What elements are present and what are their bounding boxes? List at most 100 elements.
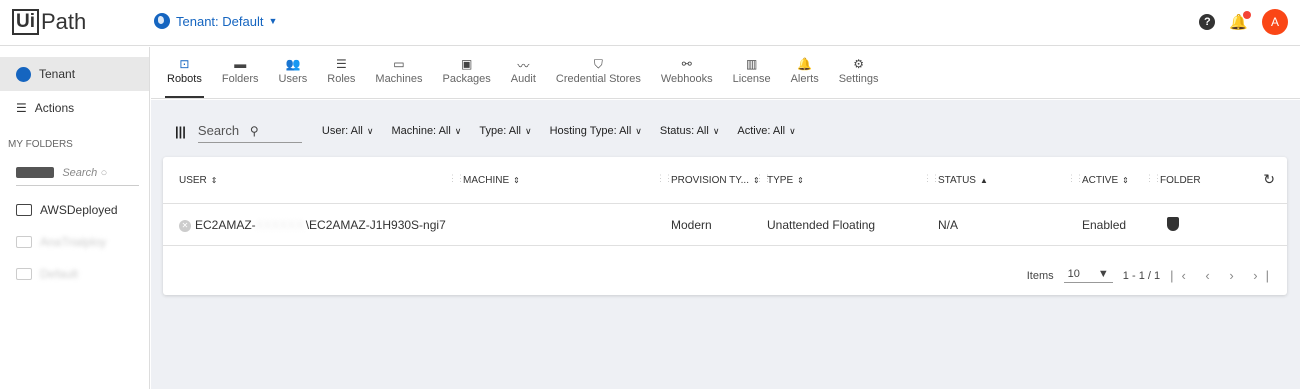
redacted-text: XXXXXX xyxy=(255,218,304,232)
column-label: TYPE xyxy=(767,175,794,186)
tab-machines[interactable]: ▭ Machines xyxy=(365,47,432,98)
filter-label: Type: All xyxy=(479,125,521,137)
column-resize-handle[interactable]: ⋮⋮ xyxy=(1145,173,1162,184)
robots-table: USER ⇕ ⋮⋮ MACHINE ⇕ ⋮⋮ PROVISION TY... ⇕ ⋮⋮… xyxy=(163,157,1287,295)
notifications-icon[interactable]: 🔔 xyxy=(1229,11,1251,31)
page-size-select[interactable]: 10 ▼ xyxy=(1063,268,1113,283)
filter-machine[interactable]: Machine: All ∨ xyxy=(391,125,461,137)
page-size-value: 10 xyxy=(1067,268,1080,280)
user-suffix: \EC2AMAZ-J1H930S-ngi7 xyxy=(305,218,446,232)
folder-icon xyxy=(16,236,32,248)
main-content: ||| Search ⚲ User: All ∨ Machine: All ∨ Ty… xyxy=(151,100,1300,389)
tab-roles[interactable]: ☰ Roles xyxy=(317,47,365,98)
users-icon: 👥 xyxy=(285,57,301,71)
tab-label: Folders xyxy=(221,73,259,85)
sidebar-item-tenant[interactable]: Tenant xyxy=(0,57,149,91)
robot-search-input[interactable]: Search ⚲ xyxy=(197,119,302,143)
column-label: STATUS xyxy=(938,175,976,186)
chevron-down-icon: ∨ xyxy=(454,126,462,136)
globe-icon xyxy=(154,13,170,29)
filter-active[interactable]: Active: All ∨ xyxy=(737,125,795,137)
caret-down-icon: ▼ xyxy=(268,16,278,26)
my-folders-header: MY FOLDERS xyxy=(8,139,73,150)
filter-hosting-type[interactable]: Hosting Type: All ∨ xyxy=(550,125,642,137)
logo-box: Ui xyxy=(12,9,39,35)
tab-credential-stores[interactable]: ⛉ Credential Stores xyxy=(546,47,651,98)
filter-label: Status: All xyxy=(659,125,709,137)
cell-folder[interactable] xyxy=(1167,217,1179,234)
logo-text: Path xyxy=(41,9,87,34)
folder-item-redacted[interactable]: AnaTrialploy xyxy=(0,226,149,258)
tab-webhooks[interactable]: ⚯ Webhooks xyxy=(651,47,723,98)
shield-icon xyxy=(1167,217,1179,231)
columns-icon[interactable]: ||| xyxy=(175,124,186,139)
filter-label: Hosting Type: All xyxy=(549,125,632,137)
tab-label: License xyxy=(732,73,771,85)
tab-users[interactable]: 👥 Users xyxy=(269,47,318,98)
sidebar-item-label: Tenant xyxy=(39,67,76,81)
folder-label: AnaTrialploy xyxy=(40,235,107,249)
column-resize-handle[interactable]: ⋮⋮ xyxy=(923,173,940,184)
tab-robots[interactable]: ⊡ Robots xyxy=(157,47,212,98)
tab-label: Credential Stores xyxy=(555,73,641,85)
bell-icon: 🔔 xyxy=(797,57,813,71)
table-row[interactable]: ✕ EC2AMAZ-XXXXXX \EC2AMAZ-J1H930S-ngi7 Mod… xyxy=(163,204,1287,246)
tab-label: Settings xyxy=(838,73,879,85)
tab-license[interactable]: ▥ License xyxy=(723,47,781,98)
column-header-machine[interactable]: MACHINE ⇕ xyxy=(463,175,520,186)
help-icon[interactable]: ? xyxy=(1199,14,1216,30)
column-header-status[interactable]: STATUS ▲ xyxy=(938,175,988,186)
package-icon: ▣ xyxy=(460,57,473,71)
tenant-selector[interactable]: Tenant: Default ▼ xyxy=(154,13,277,29)
filter-status[interactable]: Status: All ∨ xyxy=(660,125,720,137)
tab-alerts[interactable]: 🔔 Alerts xyxy=(781,47,829,98)
folder-label: AWSDeployed xyxy=(40,203,118,217)
shield-icon: ⛉ xyxy=(593,57,603,71)
filter-type[interactable]: Type: All ∨ xyxy=(479,125,531,137)
avatar[interactable]: A xyxy=(1262,9,1288,35)
cell-active: Enabled xyxy=(1082,218,1127,232)
tab-label: Packages xyxy=(442,73,491,85)
refresh-icon[interactable]: ↻ xyxy=(1263,171,1275,188)
search-icon: ⚲ xyxy=(249,123,259,138)
folder-item-default[interactable]: Default xyxy=(0,258,149,290)
folder-item-awsdeployed[interactable]: AWSDeployed xyxy=(0,194,149,226)
column-header-active[interactable]: ACTIVE ⇕ xyxy=(1082,175,1129,186)
column-resize-handle[interactable]: ⋮⋮ xyxy=(1067,173,1084,184)
folder-label: Default xyxy=(40,267,79,281)
page-range: 1 - 1 / 1 xyxy=(1122,269,1161,282)
filter-label: Active: All xyxy=(737,125,786,137)
chevron-down-icon: ∨ xyxy=(635,126,642,136)
uipath-logo[interactable]: Ui Path xyxy=(12,9,86,35)
tab-folders[interactable]: ▬ Folders xyxy=(212,47,269,98)
tab-label: Webhooks xyxy=(660,73,713,85)
cell-user: ✕ EC2AMAZ-XXXXXX \EC2AMAZ-J1H930S-ngi7 xyxy=(179,218,446,232)
column-resize-handle[interactable]: ⋮⋮ xyxy=(656,173,673,184)
pager-controls[interactable]: |‹ ‹ › ›| xyxy=(1170,268,1277,283)
table-header: USER ⇕ ⋮⋮ MACHINE ⇕ ⋮⋮ PROVISION TY... ⇕ ⋮⋮… xyxy=(163,157,1287,204)
machine-icon: ▭ xyxy=(393,57,405,71)
column-header-provision-type[interactable]: PROVISION TY... ⇕ xyxy=(671,175,760,186)
filter-user[interactable]: User: All ∨ xyxy=(322,125,374,137)
folder-search-input[interactable]: Search ○ xyxy=(16,160,139,186)
column-label: ACTIVE xyxy=(1082,175,1119,186)
actions-icon: ☰ xyxy=(16,101,27,115)
audit-icon: 〰 xyxy=(517,59,530,73)
tab-audit[interactable]: 〰 Audit xyxy=(501,47,546,98)
column-header-folder: FOLDER xyxy=(1160,175,1201,186)
sidebar-item-actions[interactable]: ☰ Actions xyxy=(0,91,149,125)
column-header-user[interactable]: USER ⇕ xyxy=(179,175,218,186)
sort-icon: ⇕ xyxy=(797,176,804,185)
tab-packages[interactable]: ▣ Packages xyxy=(432,47,500,98)
tab-settings[interactable]: ⚙ Settings xyxy=(829,47,889,98)
column-resize-handle[interactable]: ⋮⋮ xyxy=(448,173,465,184)
items-label: Items xyxy=(1026,269,1054,282)
search-icon: ○ xyxy=(100,166,108,179)
column-label: USER xyxy=(179,175,207,186)
notification-dot xyxy=(1243,11,1251,19)
tab-label: Users xyxy=(278,73,308,85)
cell-type: Unattended Floating xyxy=(767,218,876,232)
filter-label: Machine: All xyxy=(391,125,451,137)
cell-provision-type: Modern xyxy=(671,218,712,232)
column-header-type[interactable]: TYPE ⇕ xyxy=(767,175,804,186)
